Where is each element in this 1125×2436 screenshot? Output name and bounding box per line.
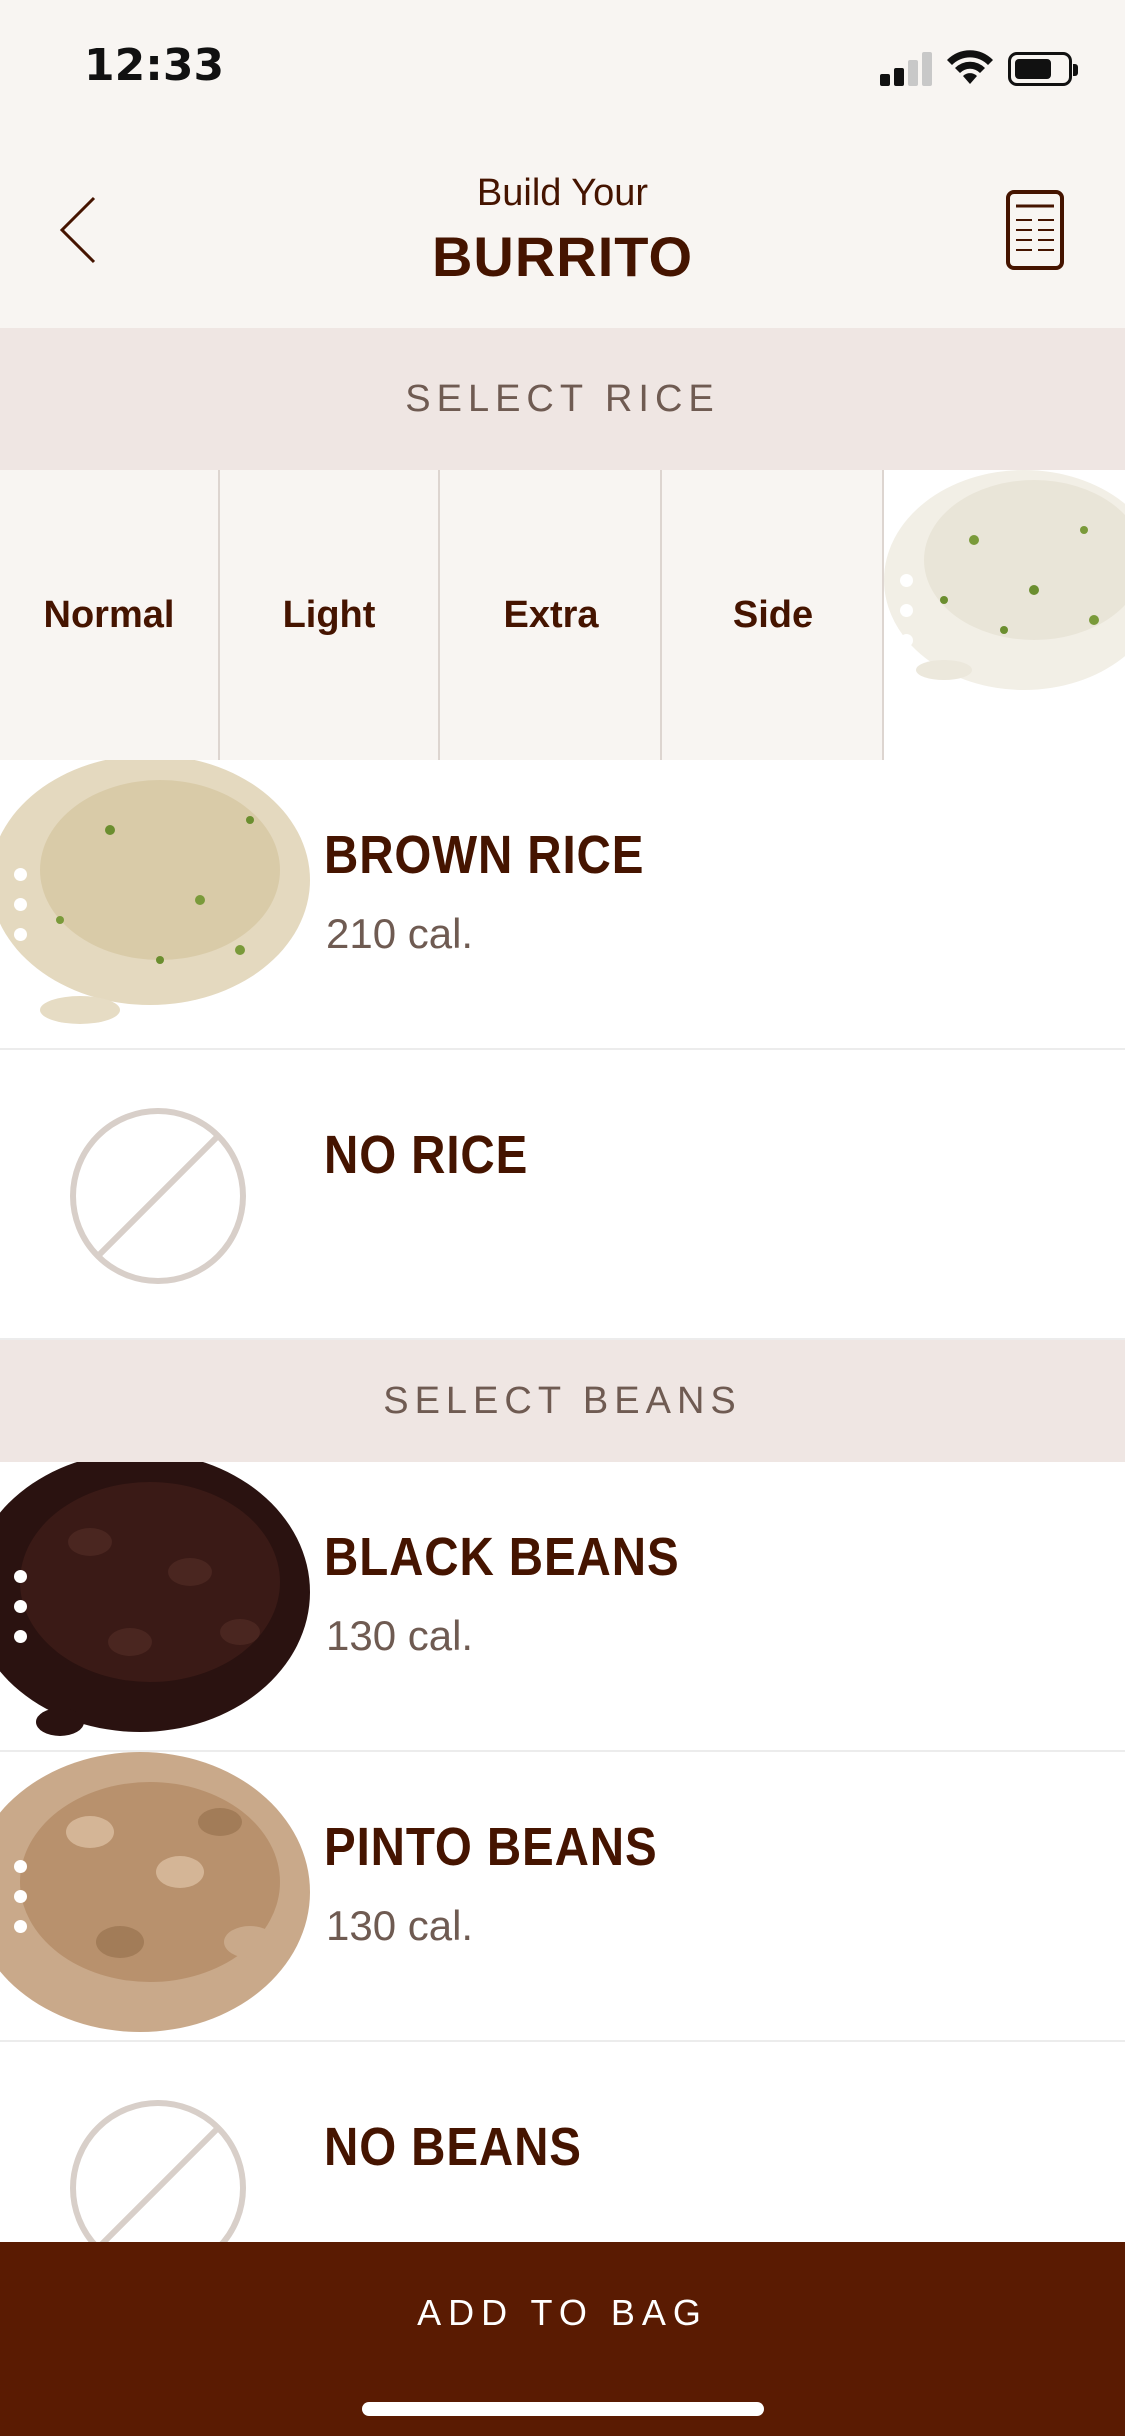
pinto-beans-image	[0, 1752, 318, 2040]
list-item-black-beans[interactable]: BLACK BEANS 130 cal.	[0, 1462, 1125, 1752]
home-indicator[interactable]	[362, 2402, 764, 2416]
more-dots-icon	[14, 868, 28, 948]
portion-options: Normal Light Extra Side	[0, 470, 1125, 760]
more-dots-icon	[14, 1570, 28, 1650]
header: Build Your BURRITO	[0, 140, 1125, 328]
item-name: BROWN RICE	[324, 825, 645, 885]
brown-rice-image	[0, 760, 318, 1048]
status-bar: 12:33	[0, 0, 1125, 140]
signal-icon	[880, 50, 932, 86]
status-time: 12:33	[84, 40, 225, 91]
item-name: NO RICE	[324, 1125, 529, 1185]
add-to-bag-button[interactable]: ADD TO BAG	[0, 2242, 1125, 2436]
select-rice-header: SELECT RICE	[0, 328, 1125, 470]
item-name: NO BEANS	[324, 2117, 582, 2177]
item-name: PINTO BEANS	[324, 1817, 658, 1877]
item-calories: 130 cal.	[326, 1902, 474, 1949]
portion-normal[interactable]: Normal	[0, 470, 220, 760]
portion-side[interactable]: Side	[664, 470, 884, 760]
more-dots-icon	[14, 1860, 28, 1940]
prohibited-icon	[70, 1108, 246, 1284]
item-name: BLACK BEANS	[324, 1527, 680, 1587]
list-item-no-rice[interactable]: NO RICE	[0, 1050, 1125, 1340]
select-beans-header: SELECT BEANS	[0, 1340, 1125, 1462]
title-top: Build Your	[476, 172, 649, 214]
list-item-pinto-beans[interactable]: PINTO BEANS 130 cal.	[0, 1752, 1125, 2042]
item-calories: 130 cal.	[326, 1612, 474, 1659]
more-dots-icon	[900, 574, 914, 654]
item-calories: 210 cal.	[326, 910, 474, 957]
wifi-icon	[947, 50, 993, 84]
battery-icon	[1008, 52, 1078, 86]
list-item-brown-rice[interactable]: BROWN RICE 210 cal.	[0, 760, 1125, 1050]
add-to-bag-label: ADD TO BAG	[417, 2292, 708, 2333]
page-title: BURRITO	[431, 225, 694, 288]
nutrition-receipt-icon[interactable]	[1004, 188, 1066, 272]
portion-light[interactable]: Light	[220, 470, 440, 760]
portion-extra[interactable]: Extra	[442, 470, 662, 760]
black-beans-image	[0, 1462, 318, 1750]
white-rice-image[interactable]	[884, 470, 1125, 760]
